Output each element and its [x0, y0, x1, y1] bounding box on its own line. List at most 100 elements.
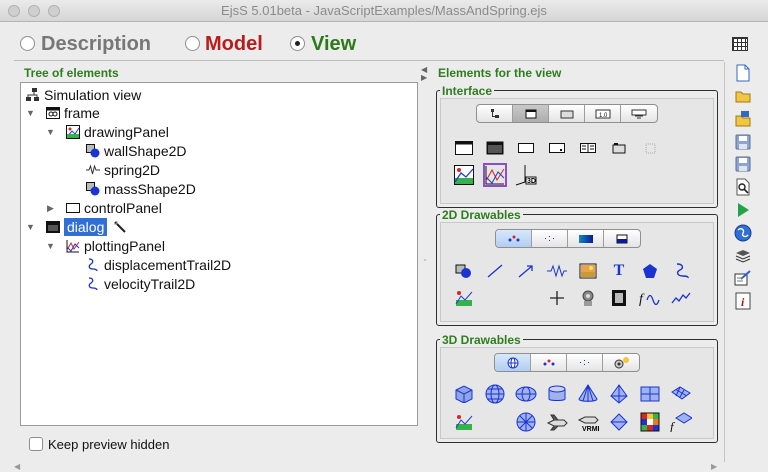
image-element-icon[interactable] — [576, 259, 600, 283]
frame-element-icon[interactable] — [452, 136, 476, 160]
description-label[interactable]: Description — [41, 33, 151, 56]
tab-sphere-icon[interactable] — [495, 354, 531, 371]
dialog-element-icon[interactable] — [483, 136, 507, 160]
polygon-element-icon[interactable] — [638, 259, 662, 283]
description-radio[interactable] — [20, 36, 35, 51]
split-panel-icon[interactable] — [576, 136, 600, 160]
open-recent-icon[interactable] — [735, 110, 751, 128]
surface-element-icon[interactable] — [669, 382, 693, 406]
tree-node-wall-shape[interactable]: wallShape2D — [86, 142, 187, 160]
tree-node-velocity-trail[interactable]: velocityTrail2D — [86, 275, 195, 293]
bottom-left-resize-arrow[interactable]: ◀ — [14, 462, 20, 471]
bottom-right-resize-arrow[interactable]: ▶ — [711, 462, 717, 471]
tab-scatter-icon[interactable] — [496, 230, 532, 247]
dotted-panel-icon[interactable] — [638, 136, 662, 160]
trail-element-icon[interactable] — [669, 259, 693, 283]
tab-window-icon[interactable] — [513, 105, 549, 122]
tab-points-3d-icon[interactable] — [567, 354, 603, 371]
shape-element-icon[interactable] — [452, 259, 476, 283]
tab-combo-icon[interactable] — [621, 105, 657, 122]
new-file-icon[interactable] — [735, 64, 751, 82]
tab-panel-icon[interactable] — [549, 105, 585, 122]
analytic-panel-icon[interactable] — [452, 286, 476, 310]
interface-tabs[interactable]: 1.0 — [476, 104, 658, 123]
film-element-icon[interactable] — [607, 286, 631, 310]
tab-number-field-icon[interactable]: 1.0 — [585, 105, 621, 122]
save-as-icon[interactable] — [735, 156, 751, 172]
drawables-2d-tabs[interactable] — [495, 229, 641, 248]
dialog-icon — [46, 221, 60, 233]
panel-element-icon[interactable] — [514, 136, 538, 160]
cylinder-element-icon[interactable] — [545, 382, 569, 406]
model-radio[interactable] — [185, 36, 200, 51]
tab-tree-icon[interactable] — [477, 105, 513, 122]
edit-options-icon[interactable] — [734, 270, 752, 286]
tree-label-displacement-trail: displacementTrail2D — [104, 257, 232, 273]
trace-element-icon[interactable] — [669, 286, 693, 310]
tab-square-icon[interactable] — [604, 230, 640, 247]
rubik-cube-icon[interactable] — [638, 410, 662, 434]
spring-element-icon[interactable] — [545, 259, 569, 283]
library-stack-icon[interactable] — [735, 248, 751, 264]
tree-node-mass-shape[interactable]: massShape2D — [86, 180, 196, 198]
info-icon[interactable]: i — [735, 292, 751, 310]
drawing-panel-3d-icon[interactable]: 3D — [514, 163, 538, 187]
panel-icon — [66, 203, 80, 213]
splitter-handle[interactable]: ⁃ — [423, 256, 427, 265]
shuttle-element-icon[interactable] — [545, 410, 569, 434]
view-radio[interactable] — [290, 36, 305, 51]
search-document-icon[interactable] — [735, 178, 751, 196]
expand-triangle-drawing-panel[interactable]: ▼ — [46, 127, 55, 137]
run-play-icon[interactable] — [735, 202, 751, 218]
camera-element-icon[interactable] — [576, 286, 600, 310]
tree-node-plotting-panel[interactable]: plottingPanel — [66, 237, 165, 255]
svg-text:f: f — [670, 419, 676, 432]
cone-element-icon[interactable] — [576, 382, 600, 406]
keep-preview-checkbox[interactable] — [29, 437, 43, 451]
open-folder-icon[interactable] — [735, 88, 751, 104]
segment-element-icon[interactable] — [483, 259, 507, 283]
tab-gradient-icon[interactable] — [568, 230, 604, 247]
right-toolbar: i — [729, 64, 757, 310]
tab-camera-3d-icon[interactable] — [603, 354, 639, 371]
interface-icons-row-1 — [452, 136, 662, 160]
text-element-icon[interactable]: T — [607, 259, 631, 283]
function-element-icon[interactable]: f — [638, 286, 662, 310]
web-globe-icon[interactable] — [734, 224, 752, 242]
crosshair-element-icon[interactable] — [545, 286, 569, 310]
vrml-element-icon[interactable]: VRML — [576, 410, 600, 434]
cube-element-icon[interactable] — [452, 382, 476, 406]
expand-triangle-plotting-panel[interactable]: ▼ — [46, 241, 55, 251]
expand-triangle-dialog[interactable]: ▼ — [26, 222, 35, 232]
ellipsoid-element-icon[interactable] — [514, 382, 538, 406]
function-surface-icon[interactable]: f — [669, 410, 693, 434]
tree-node-frame[interactable]: frame — [46, 104, 100, 122]
tree-root[interactable]: Simulation view — [26, 86, 141, 104]
tab-scatter-3d-icon[interactable] — [531, 354, 567, 371]
tree-node-spring[interactable]: spring2D — [86, 161, 160, 179]
tabbed-panel-icon[interactable] — [607, 136, 631, 160]
tree-node-displacement-trail[interactable]: displacementTrail2D — [86, 256, 231, 274]
expand-triangle-control-panel[interactable]: ▶ — [47, 203, 54, 214]
tree-node-dialog[interactable]: dialog — [46, 218, 127, 236]
model-label[interactable]: Model — [205, 33, 263, 56]
diamond-element-icon[interactable] — [607, 410, 631, 434]
analytic-3d-icon[interactable] — [452, 410, 476, 434]
view-label[interactable]: View — [311, 33, 356, 56]
bordered-panel-icon[interactable] — [545, 136, 569, 160]
plane-element-icon[interactable] — [638, 382, 662, 406]
disk-element-icon[interactable] — [514, 410, 538, 434]
expand-triangle-frame[interactable]: ▼ — [26, 108, 35, 118]
drawing-panel-element-icon[interactable] — [452, 163, 476, 187]
tree-node-drawing-panel[interactable]: drawingPanel — [66, 123, 169, 141]
tetrahedron-element-icon[interactable] — [607, 382, 631, 406]
grid-view-icon[interactable] — [732, 37, 748, 51]
arrow-element-icon[interactable] — [514, 259, 538, 283]
save-disk-icon[interactable] — [735, 134, 751, 150]
tree-node-control-panel[interactable]: controlPanel — [66, 199, 162, 217]
plotting-panel-element-icon[interactable] — [483, 163, 507, 187]
splitter-arrows[interactable]: ◀ ▶ — [421, 66, 427, 82]
drawables-3d-tabs[interactable] — [494, 353, 640, 372]
tab-points-icon[interactable] — [532, 230, 568, 247]
sphere-element-icon[interactable] — [483, 382, 507, 406]
